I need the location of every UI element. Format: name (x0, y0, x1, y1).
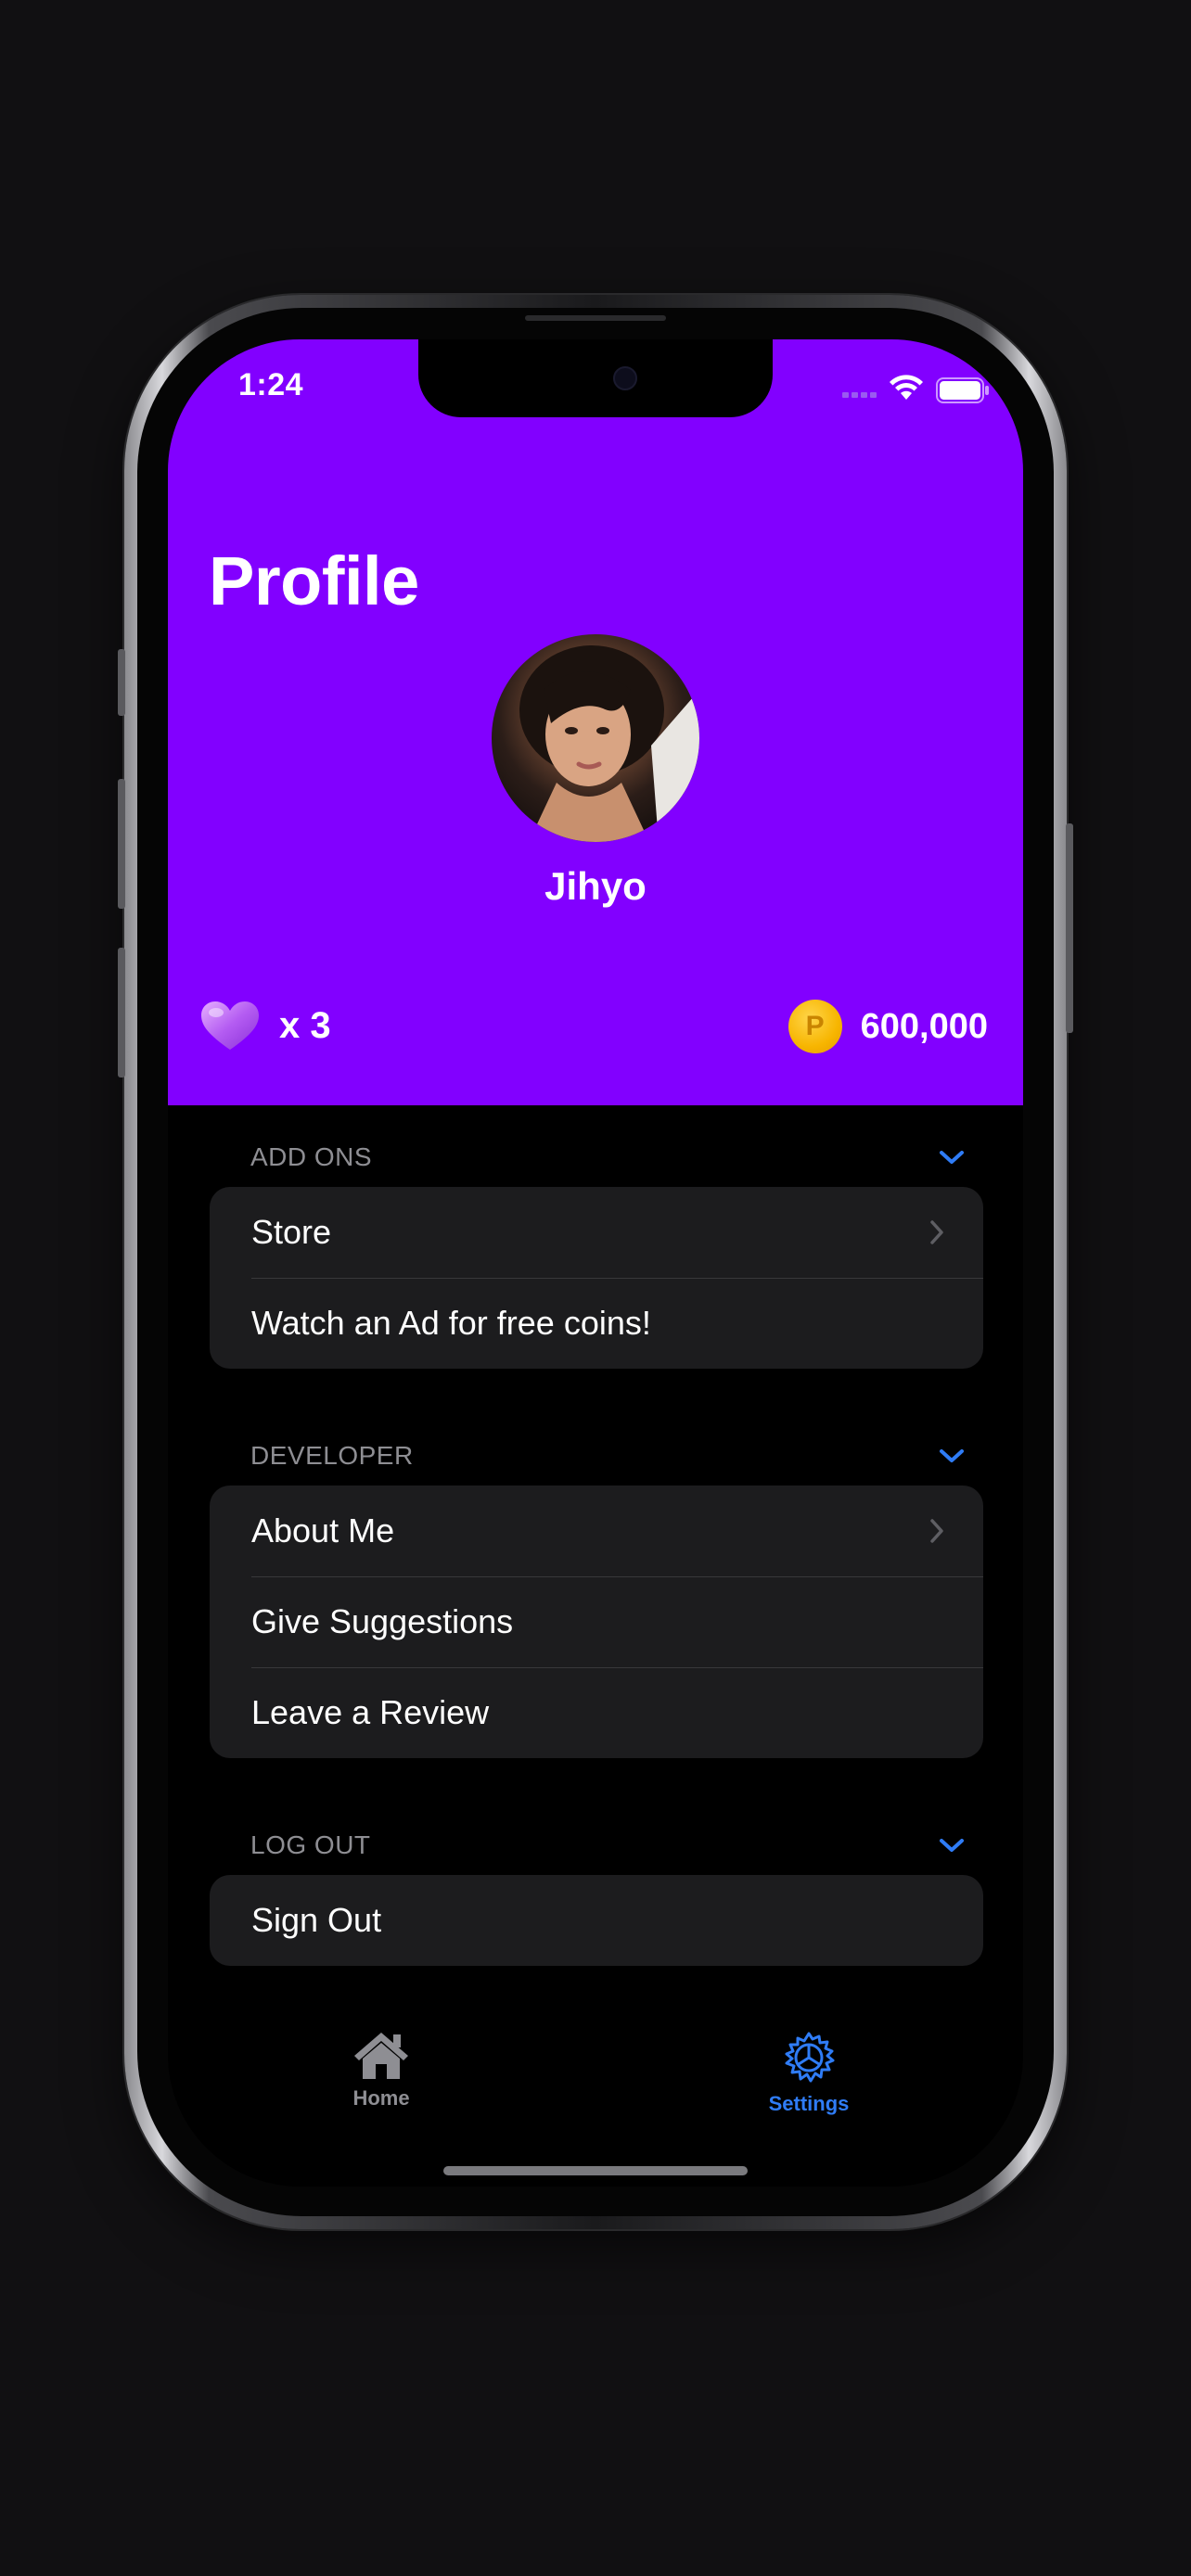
group-developer: About Me Give Suggestions Leave a Review (210, 1486, 983, 1758)
section-header-developer[interactable]: DEVELOPER (250, 1437, 965, 1474)
chevron-down-icon[interactable] (939, 1447, 965, 1464)
home-icon (354, 2033, 408, 2079)
lives-count: x 3 (279, 1004, 331, 1046)
tab-label: Home (352, 2086, 410, 2110)
cellular-signal-icon (842, 392, 877, 398)
section-title: LOG OUT (250, 1830, 371, 1859)
chevron-down-icon[interactable] (939, 1149, 965, 1166)
row-about-me[interactable]: About Me (210, 1486, 983, 1576)
notch (418, 339, 773, 417)
coin-balance: P 600,000 (788, 1000, 988, 1053)
row-sign-out[interactable]: Sign Out (210, 1875, 983, 1966)
heart-icon (201, 1001, 259, 1050)
coin-count: 600,000 (860, 1006, 988, 1046)
section-title: DEVELOPER (250, 1441, 414, 1470)
section-title: ADD ONS (250, 1142, 373, 1171)
section-header-add-ons[interactable]: ADD ONS (250, 1139, 965, 1176)
battery-icon (936, 377, 989, 403)
coin-icon: P (788, 1000, 842, 1053)
wifi-icon (890, 375, 923, 400)
section-header-log-out[interactable]: LOG OUT (250, 1827, 965, 1864)
chevron-down-icon[interactable] (939, 1837, 965, 1854)
tab-label: Settings (768, 2092, 850, 2115)
chevron-right-icon (930, 1220, 943, 1244)
avatar-photo (519, 645, 699, 842)
chevron-right-icon (930, 1519, 943, 1543)
page-title: Profile (209, 542, 419, 619)
row-label: Store (251, 1213, 332, 1251)
row-label: Watch an Ad for free coins! (251, 1304, 651, 1342)
home-indicator[interactable] (443, 2166, 748, 2175)
volume-up-button (118, 779, 125, 909)
row-label: Sign Out (251, 1901, 382, 1939)
tab-home[interactable]: Home (307, 2031, 455, 2111)
volume-down-button (118, 948, 125, 1078)
row-give-suggestions[interactable]: Give Suggestions (210, 1576, 983, 1667)
row-label: About Me (251, 1511, 395, 1549)
power-button (1066, 823, 1073, 1033)
group-log-out: Sign Out (210, 1875, 983, 1966)
user-name: Jihyo (544, 864, 647, 908)
gear-icon (785, 2032, 835, 2083)
coin-symbol: P (805, 1011, 825, 1041)
group-add-ons: Store Watch an Ad for free coins! (210, 1187, 983, 1369)
row-label: Give Suggestions (251, 1602, 514, 1640)
row-watch-ad[interactable]: Watch an Ad for free coins! (210, 1278, 983, 1369)
profile-header: 1:24 Profile Jihyo x 3 P 600,000 (168, 339, 1023, 1105)
status-time: 1:24 (238, 367, 304, 402)
lives-counter: x 3 (199, 1000, 331, 1052)
speaker-grille (525, 315, 666, 321)
row-store[interactable]: Store (210, 1187, 983, 1278)
avatar[interactable] (492, 634, 699, 842)
mute-switch (118, 649, 125, 716)
row-label: Leave a Review (251, 1693, 490, 1731)
tab-settings[interactable]: Settings (735, 2031, 883, 2116)
row-leave-review[interactable]: Leave a Review (210, 1667, 983, 1758)
front-camera (613, 366, 637, 390)
screen: 1:24 Profile Jihyo x 3 P 600,000 ADD ONS… (168, 339, 1023, 2187)
